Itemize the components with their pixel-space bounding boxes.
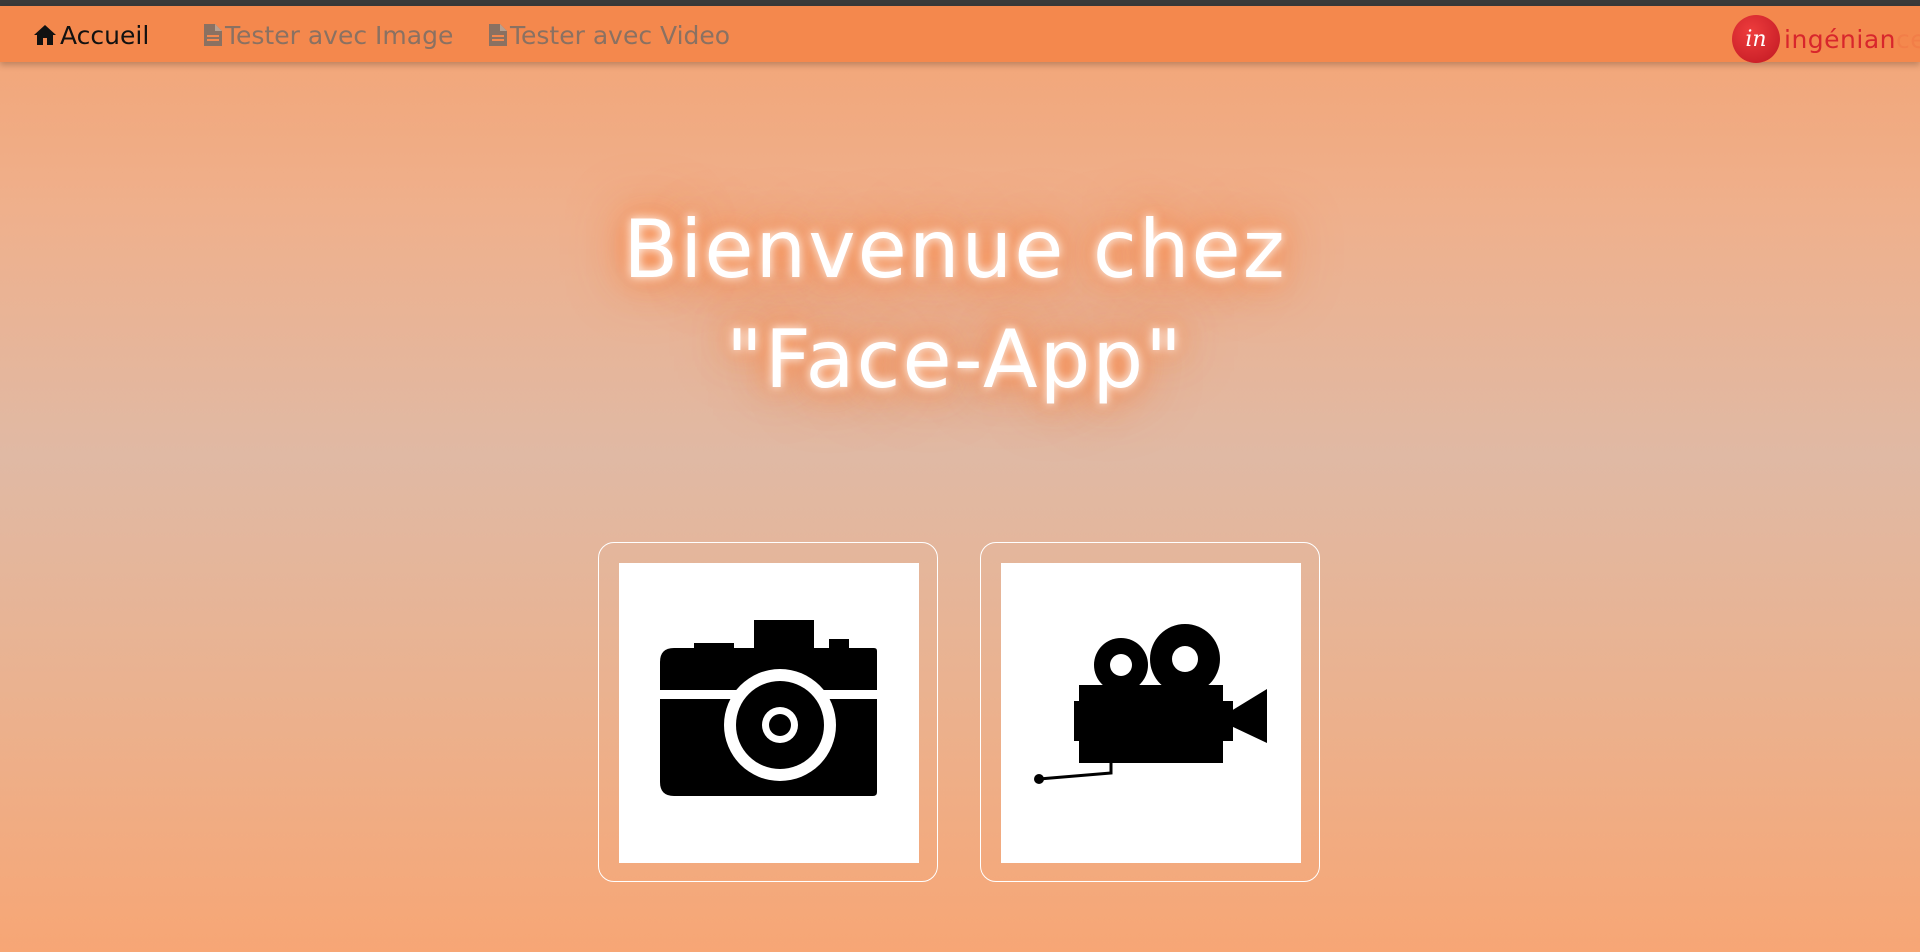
brand-name-tail: ce (1896, 24, 1920, 54)
test-image-card-inner (619, 563, 919, 863)
brand-logo-letters: in (1745, 27, 1766, 52)
nav-test-video-label: Tester avec Video (510, 20, 731, 50)
document-icon (204, 24, 222, 46)
document-icon (489, 24, 507, 46)
nav-home-label: Accueil (60, 20, 150, 50)
test-video-card[interactable] (980, 542, 1320, 882)
nav-test-image-link[interactable]: Tester avec Image (204, 20, 453, 50)
nav-test-image-label: Tester avec Image (225, 20, 454, 50)
test-image-card[interactable] (598, 542, 938, 882)
nav-test-video-link[interactable]: Tester avec Video (489, 20, 730, 50)
brand-name-main: ingénian (1784, 24, 1896, 54)
brand-logo-mark: in (1732, 15, 1780, 63)
navbar: Accueil Tester avec Image Tester avec Vi… (0, 6, 1920, 64)
test-video-card-inner (1001, 563, 1301, 863)
page-title-line-2: "Face-App" (726, 313, 1184, 406)
camera-icon (660, 620, 877, 796)
nav-home-link[interactable]: Accueil (33, 20, 149, 50)
brand-logo[interactable]: in ingéniance (1732, 14, 1920, 64)
home-icon (34, 25, 56, 45)
brand-name: ingéniance (1784, 25, 1920, 54)
page-title-line-1: Bienvenue chez (623, 203, 1287, 296)
movie-camera-icon (1034, 624, 1267, 784)
page-title: Bienvenue chez "Face-App" (0, 195, 1910, 415)
